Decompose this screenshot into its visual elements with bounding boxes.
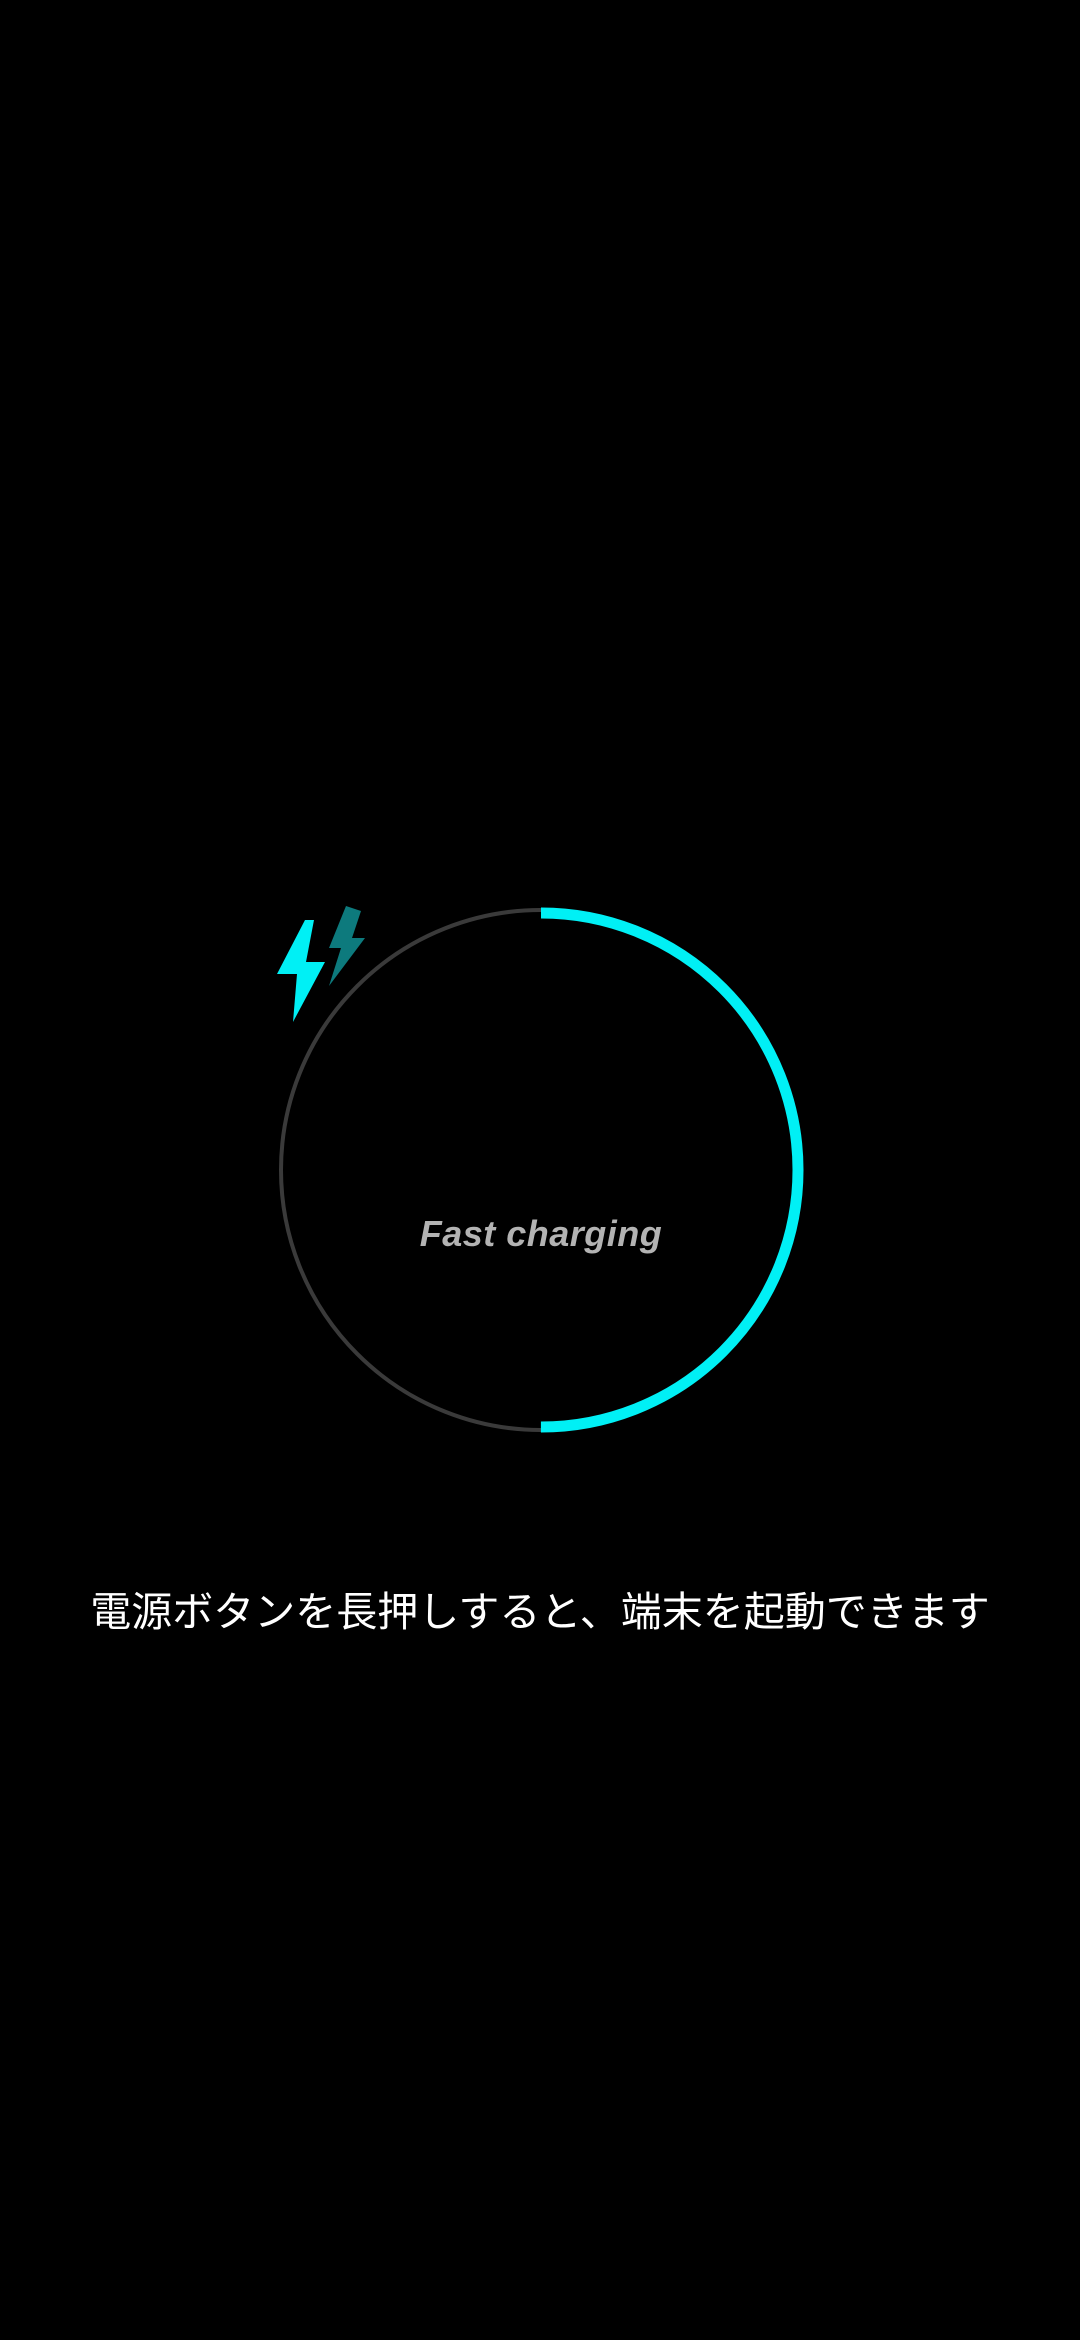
- fast-charging-bolt-icon: [277, 906, 365, 1022]
- charging-status-label: Fast charging: [419, 1213, 663, 1254]
- charging-indicator: Fast charging: [277, 906, 805, 1434]
- bolt-front-icon: [277, 920, 325, 1022]
- bolt-back-icon: [329, 906, 365, 986]
- power-button-hint: 電源ボタンを長押しすると、端末を起動できます: [90, 1588, 990, 1636]
